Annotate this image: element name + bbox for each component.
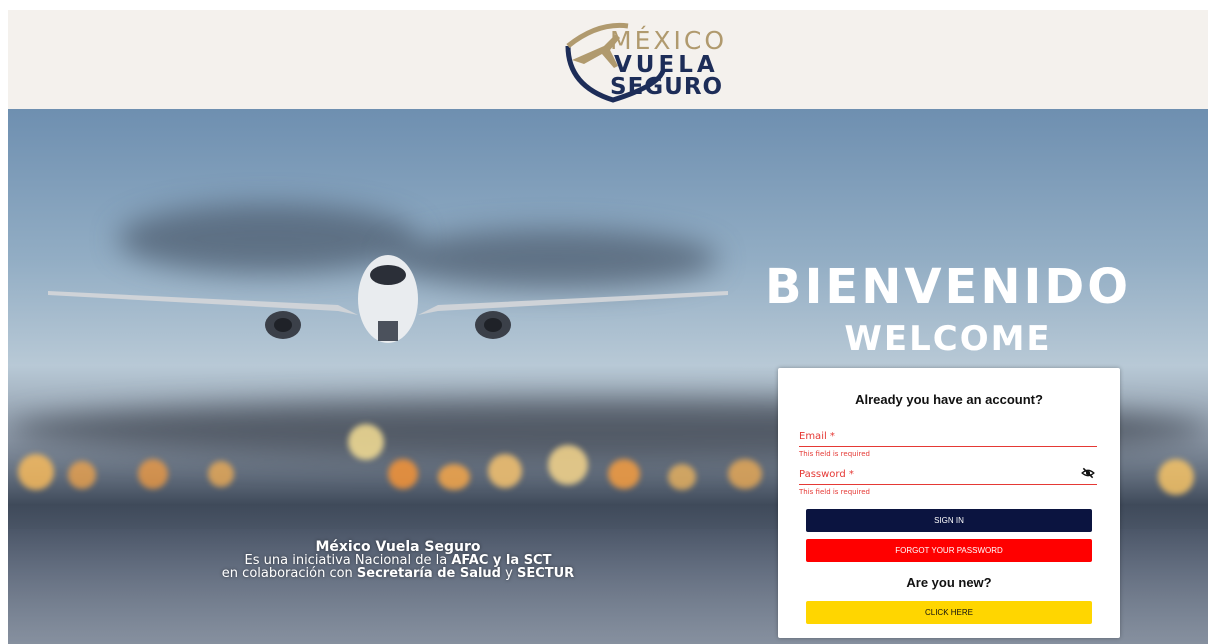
login-heading: Already you have an account? <box>855 392 1043 407</box>
light-bokeh <box>608 459 640 489</box>
email-field[interactable]: Email * <box>799 428 1097 447</box>
light-bokeh <box>348 424 384 460</box>
welcome-title-es: BIENVENIDO <box>764 259 1132 315</box>
light-bokeh <box>208 461 234 487</box>
caption-line3: en colaboración con Secretaría de Salud … <box>178 567 618 580</box>
light-bokeh <box>488 454 522 488</box>
welcome-title-en: WELCOME <box>844 319 1052 359</box>
caption-line3-bold1: Secretaría de Salud <box>356 566 501 581</box>
mexico-vuela-seguro-logo[interactable]: MÉXICO VUELA SEGURO <box>558 16 748 104</box>
click-here-button[interactable]: CLICK HERE <box>806 601 1092 624</box>
initiative-caption: México Vuela Seguro Es una iniciativa Na… <box>178 540 618 580</box>
logo-word-seguro: SEGURO <box>610 74 724 100</box>
light-bokeh <box>438 464 470 490</box>
password-error: This field is required <box>799 488 871 496</box>
email-label: Email * <box>799 431 835 442</box>
forgot-password-button[interactable]: FORGOT YOUR PASSWORD <box>806 539 1092 562</box>
caption-line3-mid: y <box>501 566 517 581</box>
password-field[interactable]: Password * <box>799 466 1097 485</box>
light-bokeh <box>138 459 168 489</box>
password-label: Password * <box>799 469 854 480</box>
light-bokeh <box>548 445 588 485</box>
eye-off-icon[interactable] <box>1081 466 1095 480</box>
login-card: Already you have an account? Email * Thi… <box>778 368 1120 638</box>
light-bokeh <box>388 459 418 489</box>
site-header: MÉXICO VUELA SEGURO <box>8 10 1208 109</box>
email-error: This field is required <box>799 450 871 458</box>
airplane-image <box>48 255 728 343</box>
light-bokeh <box>18 454 54 490</box>
light-bokeh <box>1158 459 1194 495</box>
light-bokeh <box>728 459 762 489</box>
caption-line3-bold2: SECTUR <box>516 566 575 581</box>
are-you-new-heading: Are you new? <box>906 575 992 590</box>
logo-word-mexico: MÉXICO <box>610 26 727 55</box>
light-bokeh <box>68 461 96 489</box>
light-bokeh <box>668 464 696 490</box>
caption-line3-prefix: en colaboración con <box>221 566 357 581</box>
sign-in-button[interactable]: SIGN IN <box>806 509 1092 532</box>
